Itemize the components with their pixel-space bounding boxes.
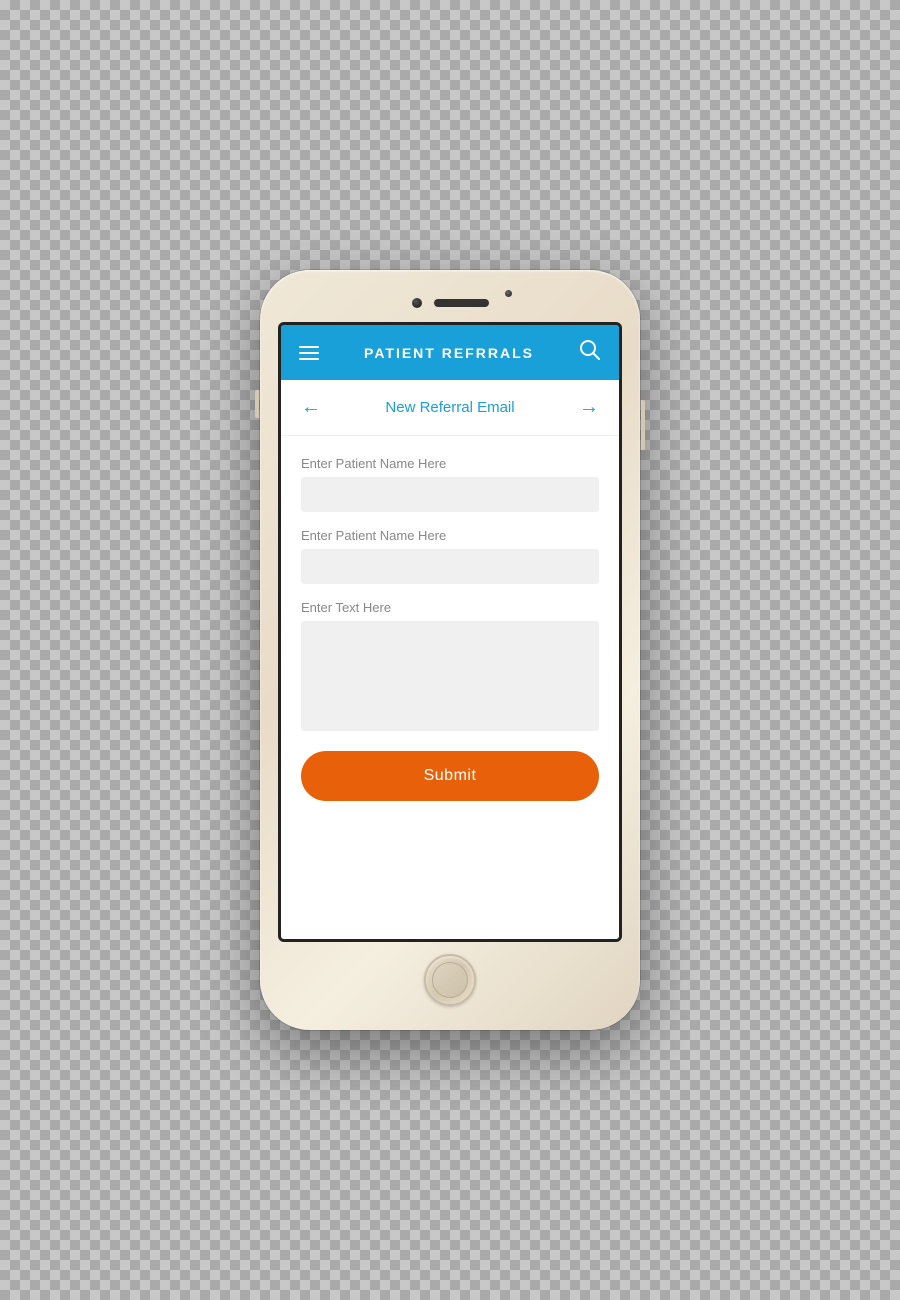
hamburger-line-3: [299, 358, 319, 360]
phone-bottom: [278, 946, 622, 1014]
form-content: Enter Patient Name Here Enter Patient Na…: [281, 436, 619, 821]
back-arrow-button[interactable]: ←: [301, 396, 321, 419]
patient-name-label-1: Enter Patient Name Here: [301, 456, 599, 471]
patient-name-label-2: Enter Patient Name Here: [301, 528, 599, 543]
hamburger-line-1: [299, 346, 319, 348]
patient-name-group-2: Enter Patient Name Here: [301, 528, 599, 584]
submit-button[interactable]: Submit: [301, 751, 599, 801]
hamburger-line-2: [299, 352, 319, 354]
speaker: [434, 299, 489, 307]
sub-header: ← New Referral Email →: [281, 380, 619, 436]
camera: [412, 298, 422, 308]
hamburger-menu-button[interactable]: [299, 346, 319, 360]
text-group: Enter Text Here: [301, 600, 599, 731]
forward-arrow-button[interactable]: →: [579, 396, 599, 419]
phone-shell: PATIENT REFRRALS ← New Referral Email →: [260, 270, 640, 1030]
app-content: ← New Referral Email → Enter Patient Nam…: [281, 380, 619, 939]
sub-header-title: New Referral Email: [385, 399, 514, 416]
text-textarea[interactable]: [301, 621, 599, 731]
patient-name-group-1: Enter Patient Name Here: [301, 456, 599, 512]
phone-screen: PATIENT REFRRALS ← New Referral Email →: [281, 325, 619, 939]
front-camera: [505, 290, 512, 297]
phone-screen-wrapper: PATIENT REFRRALS ← New Referral Email →: [278, 322, 622, 942]
app-title: PATIENT REFRRALS: [364, 345, 534, 361]
phone-top: [278, 288, 622, 318]
app-header: PATIENT REFRRALS: [281, 325, 619, 380]
search-icon[interactable]: [579, 339, 601, 366]
text-label: Enter Text Here: [301, 600, 599, 615]
patient-name-input-2[interactable]: [301, 549, 599, 584]
patient-name-input-1[interactable]: [301, 477, 599, 512]
home-button[interactable]: [424, 954, 476, 1006]
home-button-inner: [432, 962, 468, 998]
